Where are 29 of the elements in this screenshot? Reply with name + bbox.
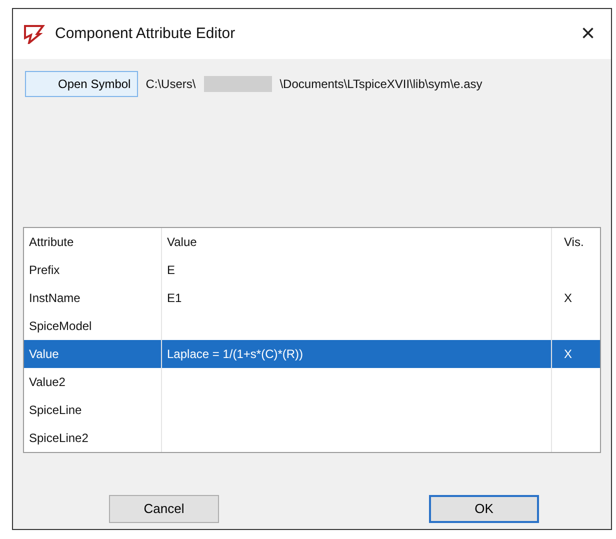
close-button[interactable]: × bbox=[574, 22, 601, 46]
cancel-button[interactable]: Cancel bbox=[109, 495, 219, 523]
table-cell-text: E bbox=[167, 262, 176, 279]
table-row[interactable]: SpiceLine bbox=[24, 396, 600, 424]
table-cell-text: InstName bbox=[29, 290, 80, 307]
table-row[interactable]: InstName E1 X bbox=[24, 284, 600, 312]
table-cell-text: SpiceLine2 bbox=[29, 430, 88, 447]
table-row[interactable]: SpiceLine2 bbox=[24, 424, 600, 452]
table-row[interactable]: Value2 bbox=[24, 368, 600, 396]
column-header: Value bbox=[167, 234, 197, 251]
app-logo-icon bbox=[23, 24, 45, 44]
table-cell-text: E1 bbox=[167, 290, 182, 307]
table-cell-text: X bbox=[564, 290, 572, 307]
column-header: Attribute bbox=[29, 234, 74, 251]
file-path: \Documents\LTspiceXVII\lib\sym\e.asy bbox=[280, 76, 482, 93]
table-row[interactable]: Prefix E bbox=[24, 256, 600, 284]
table-cell-text: SpiceModel bbox=[29, 318, 92, 335]
table-cell-text: Laplace = 1/(1+s*(C)*(R)) bbox=[167, 346, 304, 363]
table-cell-text: Value2 bbox=[29, 374, 66, 391]
table-cell-text: SpiceLine bbox=[29, 402, 82, 419]
ok-button[interactable]: OK bbox=[429, 495, 539, 523]
column-header: Vis. bbox=[564, 234, 584, 251]
table-cell-text: Prefix bbox=[29, 262, 60, 279]
open-symbol-button[interactable]: Open Symbol bbox=[25, 71, 138, 97]
file-path: C:\Users\ bbox=[146, 76, 196, 93]
window-title: Component Attribute Editor bbox=[55, 24, 236, 44]
table-cell-text: X bbox=[564, 346, 572, 363]
table-row[interactable]: Value Laplace = 1/(1+s*(C)*(R)) X bbox=[24, 340, 600, 368]
table-cell-text: Value bbox=[29, 346, 59, 363]
